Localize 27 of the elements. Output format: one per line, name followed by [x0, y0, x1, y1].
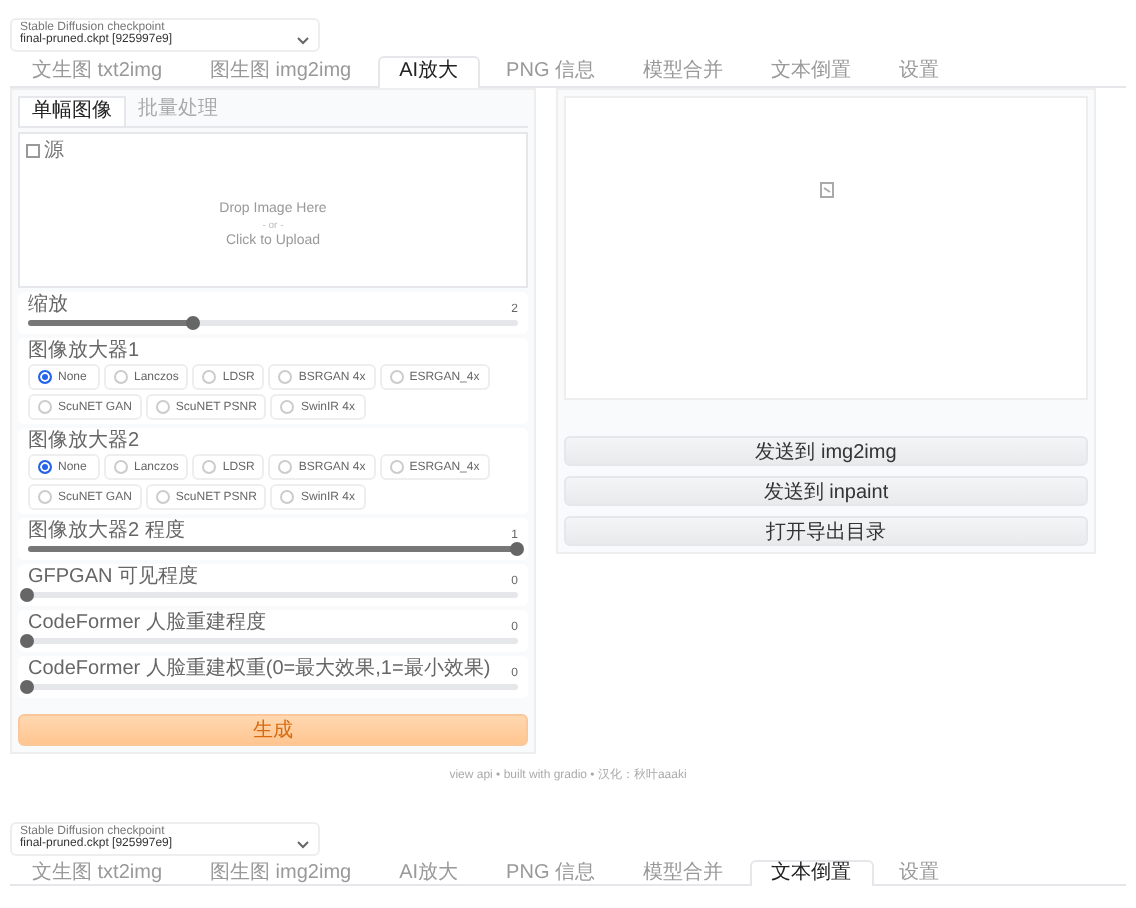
tab[interactable]: 文本倒置 [749, 860, 873, 886]
tab[interactable]: AI放大 [377, 56, 481, 88]
radio-group-label: 图像放大器2 [28, 430, 142, 452]
slider-thumb[interactable] [20, 588, 34, 602]
slider-track[interactable] [28, 320, 518, 326]
broken-image-icon [819, 182, 833, 198]
slider-label: GFPGAN 可见程度 [28, 566, 199, 588]
source-label: 源 [44, 138, 64, 164]
slider-thumb[interactable] [20, 634, 34, 648]
radio-button[interactable] [38, 370, 52, 384]
slider-label: CodeFormer 人脸重建程度 [28, 612, 266, 634]
slider-thumb[interactable] [20, 680, 34, 694]
output-button[interactable]: 发送到 inpaint [564, 476, 1088, 506]
slider-label: 图像放大器2 程度 [28, 520, 185, 542]
radio-group-label: 图像放大器1 [28, 340, 142, 362]
slider-thumb[interactable] [186, 316, 201, 330]
slider-thumb[interactable] [510, 542, 524, 556]
slider-track[interactable] [28, 546, 518, 552]
output-button[interactable]: 打开导出目录 [564, 516, 1088, 546]
slider-label: CodeFormer 人脸重建权重(0=最大效果,1=最小效果) [28, 658, 491, 680]
image-icon [26, 143, 40, 157]
slider-label: 缩放 [28, 294, 68, 316]
subtab[interactable]: 单幅图像 [18, 96, 126, 126]
chevron-icon [296, 35, 310, 45]
radio-button[interactable] [38, 460, 52, 474]
output-button[interactable]: 发送到 img2img [564, 436, 1088, 466]
chevron-icon [296, 839, 310, 849]
